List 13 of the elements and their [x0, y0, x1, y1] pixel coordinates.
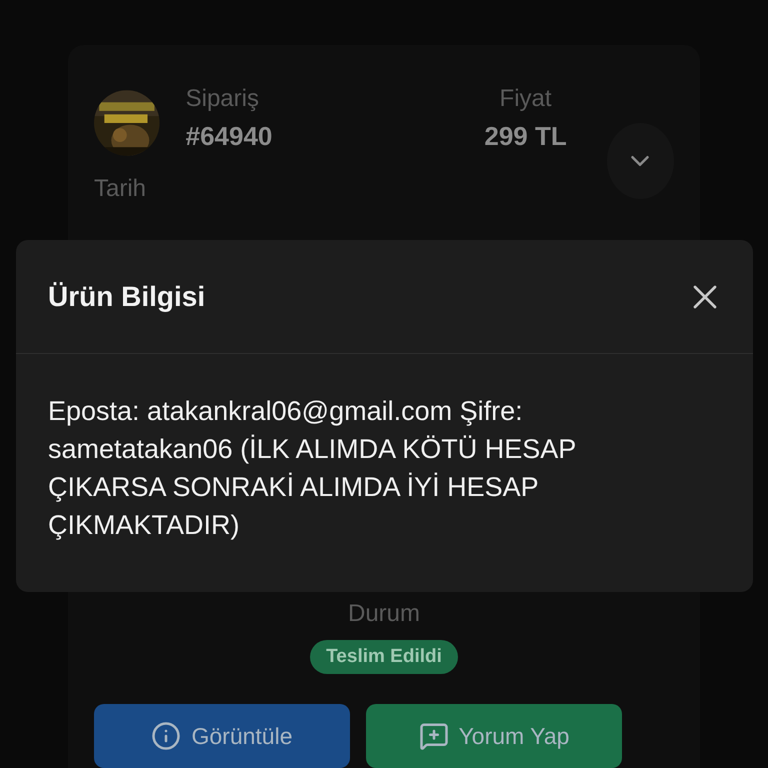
order-number: #64940 [186, 121, 272, 152]
info-icon [151, 721, 182, 751]
comment-button[interactable]: Yorum Yap [366, 704, 622, 768]
price-label: Fiyat [500, 85, 552, 113]
price-value: 299 TL [484, 121, 567, 152]
modal-title: Ürün Bilgisi [48, 280, 206, 312]
view-button[interactable]: Görüntüle [94, 704, 350, 768]
chat-plus-icon [418, 721, 449, 751]
status-label: Durum [348, 600, 420, 628]
status-badge: Teslim Edildi [310, 640, 458, 674]
modal-text: Eposta: atakankral06@gmail.com Şifre: sametatakan06 (İLK ALIMDA KÖTÜ HESAP ÇIKARSA SONRAKİ ALIMDA İYİ HESAP ÇIKMAKTADIR) [47, 395, 577, 542]
order-label: Sipariş [186, 85, 260, 113]
date-label: Tarih [94, 175, 146, 203]
